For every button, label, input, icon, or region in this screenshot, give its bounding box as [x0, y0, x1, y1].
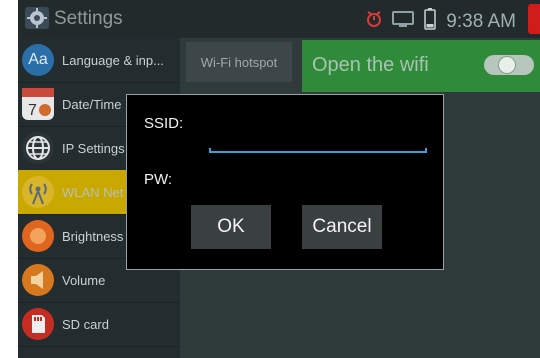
ok-button[interactable]: OK: [191, 205, 271, 249]
screen-icon: [392, 10, 415, 33]
sidebar-item-sd-card[interactable]: SD card: [18, 302, 180, 347]
device-screen: Settings 9:38 AM Aa Language & inp... 7 …: [18, 0, 540, 358]
alarm-icon: [366, 9, 382, 34]
sidebar-item-label: Date/Time: [62, 96, 122, 112]
volume-icon: [22, 264, 54, 296]
wifi-toggle[interactable]: [484, 55, 534, 75]
status-time: 9:38 AM: [446, 10, 516, 32]
svg-text:7: 7: [28, 102, 37, 119]
ssid-label: SSID:: [144, 115, 184, 132]
globe-icon: [22, 132, 54, 164]
battery-icon: [424, 8, 437, 35]
open-wifi-label: Open the wifi: [312, 54, 429, 76]
wifi-hotspot-button[interactable]: Wi-Fi hotspot: [186, 42, 292, 82]
wifi-antenna-icon: [22, 176, 54, 208]
settings-app-icon: [24, 6, 50, 30]
open-wifi-row[interactable]: Open the wifi: [302, 40, 540, 92]
ssid-underline: [209, 148, 427, 153]
sidebar-item-label: IP Settings: [62, 140, 125, 156]
status-bar: Settings 9:38 AM: [18, 0, 540, 38]
language-icon: Aa: [22, 44, 54, 76]
sidebar-item-label: WLAN Net: [62, 184, 124, 200]
sidebar-item-label: Language & inp...: [62, 52, 164, 68]
sidebar-item-label: Brightness: [62, 228, 124, 244]
brightness-icon: [22, 220, 54, 252]
pw-label: PW:: [144, 171, 173, 188]
sd-card-icon: [22, 308, 54, 340]
status-icons: 9:38 AM: [366, 8, 516, 35]
ssid-input[interactable]: [209, 135, 427, 153]
sidebar-item-label: Volume: [62, 272, 106, 288]
sidebar-item-label: SD card: [62, 316, 109, 332]
sidebar-item-language[interactable]: Aa Language & inp...: [18, 38, 180, 83]
calendar-icon: 7: [22, 88, 54, 120]
cancel-button[interactable]: Cancel: [302, 205, 382, 249]
wifi-credentials-dialog: SSID: PW: OK Cancel: [126, 94, 444, 270]
app-title: Settings: [54, 8, 123, 29]
close-icon[interactable]: [528, 4, 540, 34]
toggle-knob: [498, 56, 516, 74]
